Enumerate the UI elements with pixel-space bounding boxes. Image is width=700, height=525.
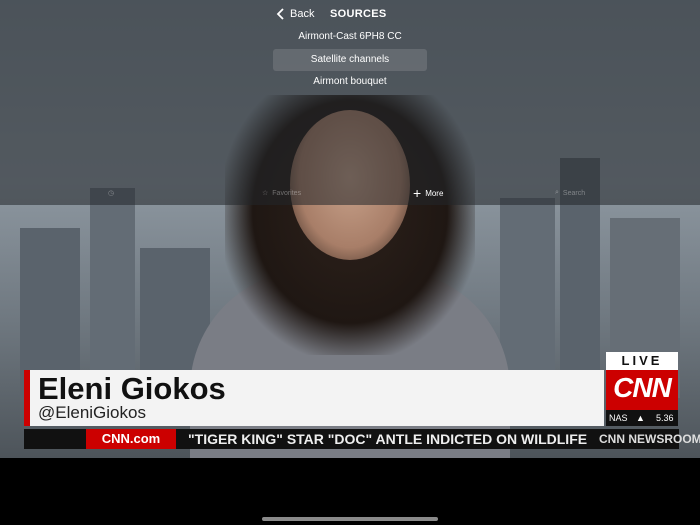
source-item[interactable]: Airmont bouquet bbox=[273, 71, 427, 93]
live-label: LIVE bbox=[606, 352, 678, 370]
search-icon: ⌕ bbox=[555, 189, 559, 196]
chevron-left-icon bbox=[276, 8, 284, 20]
more-label: More bbox=[425, 188, 444, 198]
market-index: NAS bbox=[609, 413, 628, 423]
market-change: 5.36 bbox=[656, 413, 674, 423]
back-label: Back bbox=[290, 8, 315, 20]
network-logo: CNN bbox=[613, 372, 672, 403]
show-name: CNN NEWSROOM bbox=[599, 432, 700, 446]
market-ticker: NAS ▲ 5.36 bbox=[606, 410, 678, 426]
search-label: Search bbox=[562, 189, 586, 197]
plus-icon: + bbox=[413, 185, 422, 201]
source-item[interactable]: Airmont-Cast 6PH8 CC bbox=[273, 26, 427, 48]
favorites-button[interactable]: ☆ Favorites bbox=[262, 187, 301, 199]
clock-icon: ◷ bbox=[108, 190, 115, 197]
live-network-bug: LIVE CNN NAS ▲ 5.36 bbox=[606, 352, 678, 426]
news-ticker: CNN.com "TIGER KING" STAR "DOC" ANTLE IN… bbox=[24, 429, 700, 449]
anchor-name: Eleni Giokos bbox=[38, 371, 226, 406]
more-button[interactable]: + More bbox=[413, 185, 444, 201]
market-up-icon: ▲ bbox=[636, 413, 645, 423]
anchor-handle: @EleniGiokos bbox=[38, 403, 146, 422]
toolbar-channels-button[interactable]: ◷ bbox=[108, 187, 114, 199]
search-button[interactable]: ⌕ Search bbox=[555, 187, 585, 199]
menu-title: SOURCES bbox=[330, 8, 387, 20]
ticker-site-badge: CNN.com bbox=[86, 429, 176, 449]
source-item-selected[interactable]: Satellite channels bbox=[273, 49, 427, 71]
sources-menu-overlay: Back SOURCES Airmont-Cast 6PH8 CC Satell… bbox=[0, 0, 700, 205]
favorites-label: Favorites bbox=[272, 189, 302, 197]
lower-third-accent bbox=[24, 370, 30, 426]
ticker-headline: "TIGER KING" STAR "DOC" ANTLE INDICTED O… bbox=[188, 431, 588, 447]
lower-third-name-plate: Eleni Giokos @EleniGiokos bbox=[24, 370, 604, 426]
home-indicator[interactable] bbox=[262, 517, 438, 521]
back-button[interactable]: Back bbox=[276, 6, 314, 22]
star-icon: ☆ bbox=[262, 190, 269, 197]
